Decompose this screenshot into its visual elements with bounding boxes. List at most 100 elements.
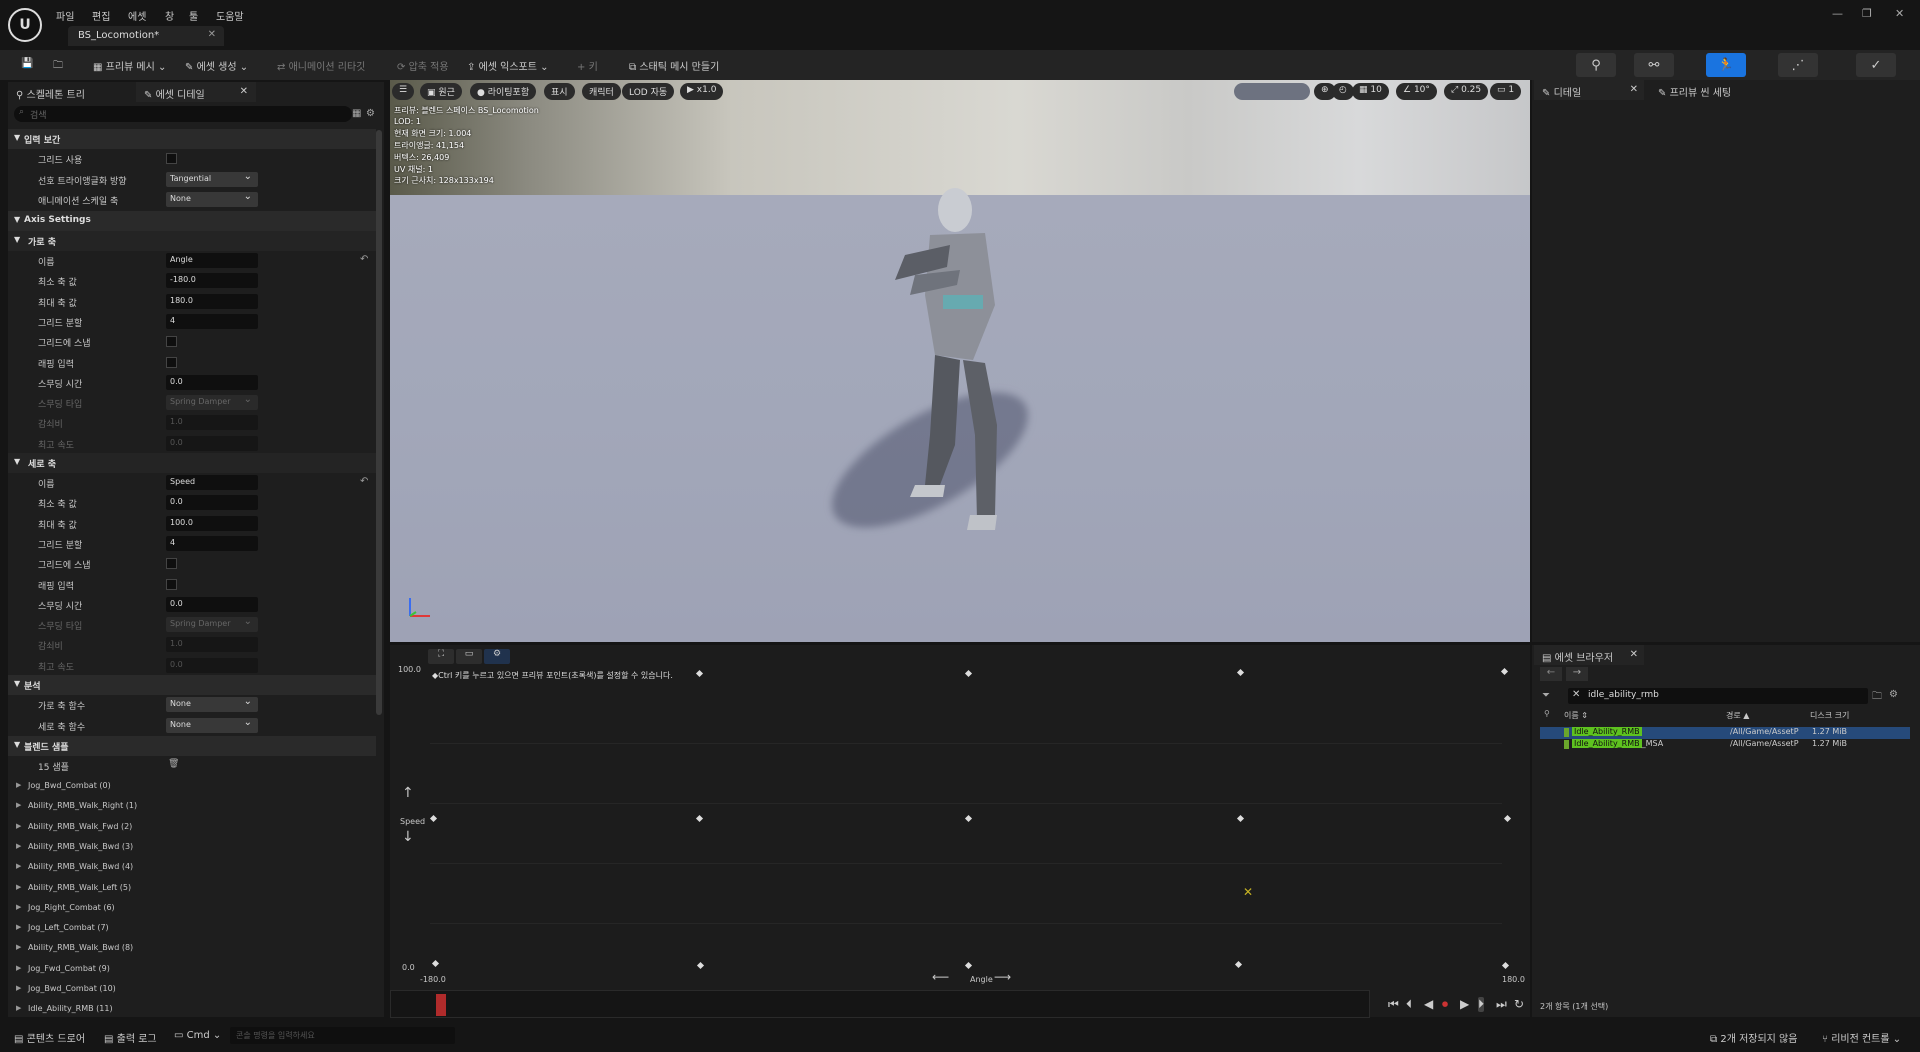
menu-file[interactable]: 파일 (56, 8, 74, 23)
reset-icon[interactable]: ↶ (360, 476, 368, 487)
blend-sample-item[interactable]: ▶ Jog_Fwd_Combat (9) (8, 959, 376, 979)
sample-point[interactable] (695, 669, 704, 678)
close-tab-icon[interactable]: ✕ (240, 86, 248, 97)
property-field[interactable]: 4 (166, 535, 258, 551)
property-field[interactable]: 0.0 (166, 657, 258, 673)
blend-sample-item[interactable]: ▶ Jog_Right_Combat (6) (8, 898, 376, 918)
property-dropdown[interactable]: Tangential (166, 171, 258, 187)
menu-window[interactable]: 창 (165, 8, 174, 23)
folder-icon[interactable]: 🗀 (1872, 689, 1882, 706)
property-field[interactable]: 0.0 (166, 596, 258, 612)
blueprint-mode-icon[interactable]: ⋰ (1778, 53, 1818, 77)
blend-space-editor[interactable]: ⛶ ▭ ⚙ 100.0 ◆Ctrl 키를 누르고 있으면 프리뷰 포인트(초록색… (390, 645, 1530, 1017)
blend-sample-item[interactable]: ▶ Idle_Ability_RMB (11) (8, 999, 376, 1019)
sample-point[interactable] (1236, 814, 1245, 823)
preview-mesh-button[interactable]: ▦ 프리뷰 메시 ⌄ (88, 55, 171, 75)
section-axis-settings[interactable]: ▼ Axis Settings (8, 211, 376, 231)
tab-asset-browser[interactable]: ▤ 에셋 브라우저 ✕ (1534, 645, 1644, 665)
camera-speed-button[interactable]: ▭ 1 (1490, 83, 1522, 100)
property-field[interactable]: 0.0 (166, 495, 258, 511)
animation-mode-icon[interactable]: 🏃 (1706, 53, 1746, 77)
section-input-interpolation[interactable]: ▼ 입력 보간 (8, 129, 376, 149)
blend-sample-item[interactable]: ▶ Ability_RMB_Walk_Bwd (4) (8, 857, 376, 877)
step-forward-icon[interactable]: ⏵ (1478, 997, 1485, 1012)
reset-icon[interactable]: ↶ (360, 254, 368, 265)
skip-start-icon[interactable]: ⏮ (1388, 997, 1399, 1012)
skeleton-mode-icon[interactable]: ⚲ (1576, 53, 1616, 77)
lighting-button[interactable]: ● 라이팅포함 (470, 83, 537, 100)
lod-button[interactable]: LOD 자동 (622, 83, 675, 100)
section-horizontal-axis[interactable]: ▼ 가로 축 (8, 231, 376, 251)
browse-icon[interactable]: 🗀 (48, 55, 68, 75)
expand-arrow-icon[interactable]: ▶ (16, 964, 21, 972)
asset-search-input[interactable]: ✕ idle_ability_rmb (1568, 688, 1868, 704)
property-dropdown[interactable]: Spring Damper (166, 616, 258, 633)
expand-arrow-icon[interactable]: ▶ (16, 984, 21, 992)
minimize-icon[interactable]: — (1832, 7, 1843, 20)
forward-icon[interactable]: → (1566, 667, 1588, 681)
search-input[interactable]: ⌕ 검색 (14, 106, 352, 122)
asset-export-button[interactable]: ⇪ 에셋 익스포트 ⌄ (462, 55, 554, 75)
tab-bs-locomotion[interactable]: BS_Locomotion* ✕ (68, 26, 224, 46)
save-icon[interactable]: 💾 (16, 55, 38, 75)
property-field[interactable]: 0.0 (166, 435, 258, 451)
scale-snap-button[interactable]: ⤢ 0.25 (1444, 83, 1489, 100)
section-vertical-axis[interactable]: ▼ 세로 축 (8, 453, 376, 473)
menu-edit[interactable]: 편집 (92, 8, 110, 23)
expand-arrow-icon[interactable]: ▶ (16, 801, 21, 809)
sample-point[interactable] (695, 814, 704, 823)
play-icon[interactable]: ▶ (1460, 997, 1469, 1011)
property-checkbox[interactable] (166, 336, 177, 348)
property-dropdown[interactable]: None (166, 696, 258, 712)
sample-point[interactable] (431, 959, 440, 968)
revision-control-button[interactable]: ⑂ 리비전 컨트롤 ⌄ (1822, 1030, 1901, 1045)
fit-view-icon[interactable]: ⛶ (428, 649, 454, 664)
property-dropdown[interactable]: None (166, 717, 258, 733)
section-analysis[interactable]: ▼ 분석 (8, 675, 376, 695)
blend-sample-item[interactable]: ▶ Ability_RMB_Walk_Right (1) (8, 796, 376, 816)
physics-mode-icon[interactable]: ✓ (1856, 53, 1896, 77)
trash-icon[interactable]: 🗑 (168, 759, 179, 769)
property-field[interactable]: 1.0 (166, 637, 258, 653)
expand-arrow-icon[interactable]: ▶ (16, 842, 21, 850)
angle-snap-button[interactable]: ∠ 10° (1396, 83, 1437, 100)
close-tab-icon[interactable]: ✕ (1630, 649, 1638, 660)
table-view-icon[interactable]: ▦ (352, 108, 361, 119)
sample-point[interactable] (1234, 960, 1243, 969)
property-checkbox[interactable] (166, 356, 177, 368)
sample-point[interactable] (1503, 814, 1512, 823)
sample-point[interactable] (429, 814, 438, 823)
menu-tools[interactable]: 툴 (189, 8, 198, 23)
property-checkbox[interactable] (166, 558, 177, 570)
scrollbar[interactable] (376, 130, 382, 715)
sample-point[interactable] (1500, 667, 1509, 676)
world-local-icon[interactable]: ◴ (1332, 83, 1354, 100)
expand-arrow-icon[interactable]: ▶ (16, 822, 21, 830)
asset-row[interactable]: Idle_Ability_RMB/All/Game/AssetP 1.27 MiB (1540, 727, 1910, 739)
menu-asset[interactable]: 에셋 (128, 8, 146, 23)
property-field[interactable]: 180.0 (166, 293, 258, 309)
filter-icon[interactable]: ⏷ (1542, 690, 1550, 701)
show-button[interactable]: 표시 (544, 83, 575, 100)
close-tab-icon[interactable]: ✕ (208, 29, 216, 40)
property-dropdown[interactable]: Spring Damper (166, 394, 258, 411)
property-field[interactable]: 1.0 (166, 415, 258, 431)
console-input[interactable]: 콘솔 명령을 입력하세요 (230, 1027, 455, 1044)
blend-sample-item[interactable]: ▶ Jog_Left_Combat (7) (8, 918, 376, 938)
expand-arrow-icon[interactable]: ▶ (16, 883, 21, 891)
tab-asset-details[interactable]: ✎ 에셋 디테일 ✕ (136, 82, 256, 102)
step-back-icon[interactable]: ⏴ (1406, 997, 1412, 1012)
close-window-icon[interactable]: ✕ (1895, 7, 1904, 20)
tab-skeleton-tree[interactable]: ⚲ 스켈레톤 트리 (8, 82, 93, 102)
settings-icon[interactable]: ⚙ (1889, 689, 1898, 700)
expand-arrow-icon[interactable]: ▶ (16, 862, 21, 870)
output-log-button[interactable]: ▤ 출력 로그 (104, 1030, 157, 1045)
retarget-button[interactable]: ⇄ 애니메이션 리타깃 (272, 55, 370, 75)
expand-arrow-icon[interactable]: ▶ (16, 781, 21, 789)
property-checkbox[interactable] (166, 578, 177, 590)
skip-end-icon[interactable]: ⏭ (1496, 997, 1507, 1012)
clear-search-icon[interactable]: ✕ (1572, 689, 1580, 700)
content-drawer-button[interactable]: ▤ 콘텐츠 드로어 (14, 1030, 85, 1045)
sample-point[interactable] (964, 669, 973, 678)
record-icon[interactable]: ⏺ (1442, 997, 1448, 1012)
